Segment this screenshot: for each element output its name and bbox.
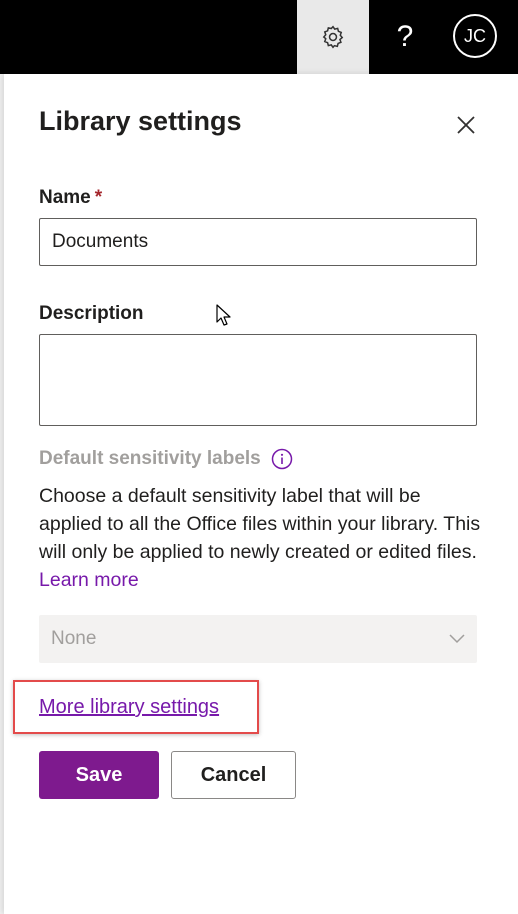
sensitivity-label: Default sensitivity labels xyxy=(39,448,293,470)
close-icon xyxy=(457,116,475,134)
suite-header: ? JC xyxy=(0,0,518,74)
required-marker: * xyxy=(94,187,103,208)
save-button[interactable]: Save xyxy=(39,751,159,799)
sensitivity-description: Choose a default sensitivity label that … xyxy=(39,482,487,594)
learn-more-link[interactable]: Learn more xyxy=(39,569,139,591)
mouse-cursor-icon xyxy=(216,304,231,326)
name-input[interactable]: Documents xyxy=(39,218,477,266)
sensitivity-label-text: Default sensitivity labels xyxy=(39,448,261,469)
panel-title: Library settings xyxy=(39,106,242,136)
settings-button[interactable] xyxy=(297,0,369,74)
name-label-text: Name xyxy=(39,187,91,208)
avatar-initials: JC xyxy=(464,25,486,46)
chevron-down-icon xyxy=(449,634,465,644)
dropdown-value: None xyxy=(51,628,97,649)
avatar[interactable]: JC xyxy=(453,14,497,58)
gear-icon xyxy=(322,25,344,49)
close-button[interactable] xyxy=(451,110,481,140)
cancel-button[interactable]: Cancel xyxy=(171,751,296,799)
sensitivity-description-text: Choose a default sensitivity label that … xyxy=(39,485,481,563)
library-settings-panel: Library settings Name * Documents Descrip… xyxy=(4,74,518,914)
help-icon: ? xyxy=(396,20,414,53)
description-label: Description xyxy=(39,303,144,324)
help-button[interactable]: ? xyxy=(369,0,441,74)
info-icon[interactable] xyxy=(271,448,293,470)
sensitivity-dropdown[interactable]: None xyxy=(39,615,477,663)
description-input[interactable] xyxy=(39,334,477,426)
more-library-settings-link[interactable]: More library settings xyxy=(39,696,219,719)
name-label: Name * xyxy=(39,187,102,209)
